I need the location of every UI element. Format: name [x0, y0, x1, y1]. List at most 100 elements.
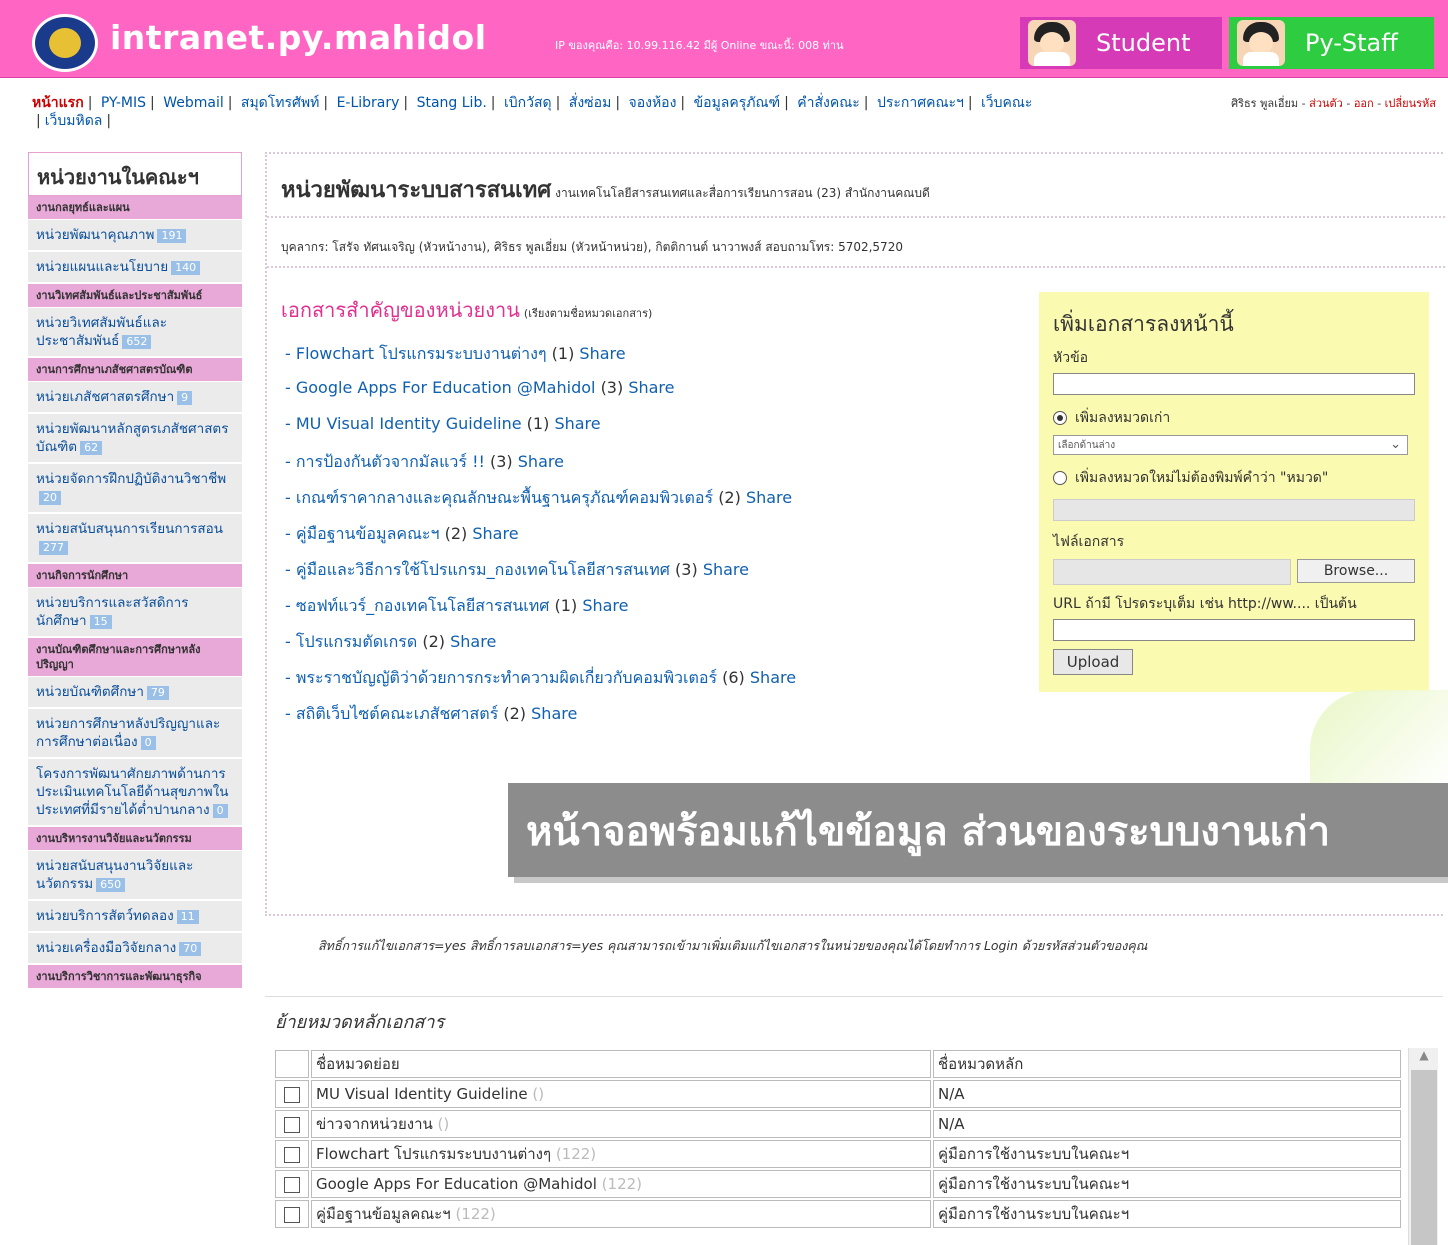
document-name[interactable]: - พระราชบัญญัติว่าด้วยการกระทำความผิดเกี… [285, 668, 717, 687]
share-link[interactable]: Share [554, 414, 600, 433]
row-checkbox[interactable] [284, 1146, 300, 1163]
sidebar-item[interactable]: หน่วยการศึกษาหลังปริญญาและการศึกษาต่อเนื… [28, 709, 242, 759]
radio-unselected-icon[interactable] [1053, 471, 1067, 485]
nav-stang-lib[interactable]: Stang Lib. [417, 95, 487, 111]
change-password-link[interactable]: เปลี่ยนรหัส [1385, 97, 1436, 110]
nav-announcements[interactable]: ประกาศคณะฯ [877, 95, 964, 111]
document-item[interactable]: - เกณฑ์ราคากลางและคุณลักษณะพื้นฐานครุภัณ… [285, 486, 1025, 522]
nav-faculty-web[interactable]: เว็บคณะ [981, 95, 1032, 111]
sidebar-item[interactable]: หน่วยแผนและนโยบาย 140 [28, 252, 242, 284]
document-item[interactable]: - ซอฟท์แวร์_กองเทคโนโลยีสารสนเทศ (1) Sha… [285, 594, 1025, 630]
document-name[interactable]: - สถิติเว็บไซต์คณะเภสัชศาสตร์ [285, 704, 498, 723]
university-logo[interactable] [32, 14, 98, 72]
divider [267, 266, 1445, 268]
py-staff-button[interactable]: Py-Staff [1229, 17, 1434, 69]
nav-home[interactable]: หน้าแรก [32, 95, 84, 111]
top-nav: หน้าแรก | PY-MIS | Webmail | สมุดโทรศัพท์ | … [32, 95, 1033, 129]
sidebar-item-label: หน่วยสนับสนุนการเรียนการสอน [36, 521, 223, 537]
document-name[interactable]: - MU Visual Identity Guideline [285, 414, 522, 433]
student-button[interactable]: Student [1020, 17, 1222, 69]
sidebar-item[interactable]: หน่วยจัดการฝึกปฏิบัติงานวิชาชีพ 20 [28, 464, 242, 514]
sidebar-item[interactable]: หน่วยสนับสนุนงานวิจัยและนวัตกรรม 650 [28, 851, 242, 901]
document-count: (2) [503, 704, 527, 723]
sidebar-item[interactable]: หน่วยเครื่องมือวิจัยกลาง 70 [28, 933, 242, 965]
document-name[interactable]: - Google Apps For Education @Mahidol [285, 378, 595, 397]
nav-equipment[interactable]: ข้อมูลครุภัณฑ์ [694, 95, 781, 111]
sidebar-item-label: หน่วยการศึกษาหลังปริญญาและการศึกษาต่อเนื… [36, 716, 221, 750]
scroll-thumb[interactable] [1411, 1070, 1437, 1245]
share-link[interactable]: Share [472, 524, 518, 543]
sidebar-item[interactable]: หน่วยพัฒนาหลักสูตรเภสัชศาสตรบัณฑิต 62 [28, 414, 242, 464]
site-title[interactable]: intranet.py.mahidol [110, 18, 487, 57]
share-link[interactable]: Share [746, 488, 792, 507]
document-name[interactable]: - เกณฑ์ราคากลางและคุณลักษณะพื้นฐานครุภัณ… [285, 488, 713, 507]
row-checkbox[interactable] [284, 1116, 300, 1133]
logout-link[interactable]: ออก [1354, 97, 1374, 110]
document-count: (3) [490, 452, 513, 471]
row-checkbox[interactable] [284, 1086, 300, 1103]
share-link[interactable]: Share [518, 452, 564, 471]
nav-phonebook[interactable]: สมุดโทรศัพท์ [241, 95, 319, 111]
row-checkbox[interactable] [284, 1176, 300, 1193]
sidebar-item-label: หน่วยเครื่องมือวิจัยกลาง [36, 940, 177, 956]
new-category-input[interactable] [1053, 499, 1415, 521]
unit-name: หน่วยพัฒนาระบบสารสนเทศ [281, 178, 552, 203]
share-link[interactable]: Share [450, 632, 496, 651]
document-name[interactable]: - การป้องกันตัวจากมัลแวร์ !! [285, 452, 485, 471]
document-item[interactable]: - การป้องกันตัวจากมัลแวร์ !! (3) Share [285, 450, 1025, 486]
document-item[interactable]: - โปรแกรมตัดเกรด (2) Share [285, 630, 1025, 666]
document-item[interactable]: - MU Visual Identity Guideline (1) Share [285, 414, 1025, 450]
share-link[interactable]: Share [628, 378, 674, 397]
sidebar-item[interactable]: หน่วยบริการสัตว์ทดลอง 11 [28, 901, 242, 933]
sidebar-item[interactable]: หน่วยวิเทศสัมพันธ์และประชาสัมพันธ์ 652 [28, 308, 242, 358]
nav-room-booking[interactable]: จองห้อง [629, 95, 677, 111]
nav-py-mis[interactable]: PY-MIS [101, 95, 146, 111]
row-checkbox[interactable] [284, 1206, 300, 1223]
sidebar-item[interactable]: โครงการพัฒนาศักยภาพด้านการประเมินเทคโนโล… [28, 759, 242, 827]
radio-new-category[interactable]: เพิ่มลงหมวดใหม่ไม่ต้องพิมพ์คำว่า "หมวด" [1053, 467, 1415, 489]
nav-mahidol-web[interactable]: เว็บมหิดล [45, 113, 103, 129]
document-name[interactable]: - โปรแกรมตัดเกรด [285, 632, 417, 651]
category-select[interactable]: เลือกด้านล่าง ⌄ [1053, 435, 1408, 455]
nav-orders[interactable]: คำสั่งคณะ [797, 95, 859, 111]
table-scrollbar[interactable]: ▲ [1408, 1048, 1438, 1245]
document-name[interactable]: - ซอฟท์แวร์_กองเทคโนโลยีสารสนเทศ [285, 596, 549, 615]
share-link[interactable]: Share [750, 668, 796, 687]
sidebar-item[interactable]: หน่วยบริการและสวัสดิการนักศึกษา 15 [28, 588, 242, 638]
sub-category-name: MU Visual Identity Guideline [316, 1085, 528, 1103]
header-checkbox-cell [275, 1050, 309, 1078]
nav-e-library[interactable]: E-Library [337, 95, 400, 111]
upload-button[interactable]: Upload [1053, 649, 1133, 675]
url-input[interactable] [1053, 619, 1415, 641]
document-item[interactable]: - Flowchart โปรแกรมระบบงานต่างๆ (1) Shar… [285, 342, 1025, 378]
nav-supplies[interactable]: เบิกวัสดุ [504, 95, 552, 111]
radio-selected-icon[interactable] [1053, 411, 1067, 425]
document-item[interactable]: - พระราชบัญญัติว่าด้วยการกระทำความผิดเกี… [285, 666, 1025, 702]
document-name[interactable]: - คู่มือฐานข้อมูลคณะฯ [285, 524, 440, 543]
document-item[interactable]: - คู่มือและวิธีการใช้โปรแกรม_กองเทคโนโลย… [285, 558, 1025, 594]
permissions-note: สิทธิ์การแก้ไขเอกสาร=yes สิทธิ์การลบเอกส… [318, 938, 1148, 953]
browse-button[interactable]: Browse... [1297, 559, 1415, 583]
share-link[interactable]: Share [531, 704, 577, 723]
share-link[interactable]: Share [579, 344, 625, 363]
document-item[interactable]: - Google Apps For Education @Mahidol (3)… [285, 378, 1025, 414]
radio-existing-category[interactable]: เพิ่มลงหมวดเก่า [1053, 407, 1415, 429]
profile-link[interactable]: ส่วนตัว [1309, 97, 1343, 110]
nav-repair[interactable]: สั่งซ่อม [569, 95, 612, 111]
nav-webmail[interactable]: Webmail [163, 95, 224, 111]
document-item[interactable]: - คู่มือฐานข้อมูลคณะฯ (2) Share [285, 522, 1025, 558]
decorative-leaf [1310, 690, 1448, 790]
sidebar-item[interactable]: หน่วยพัฒนาคุณภาพ 191 [28, 220, 242, 252]
sidebar-item[interactable]: หน่วยเภสัชศาสตรศึกษา 9 [28, 382, 242, 414]
document-name[interactable]: - คู่มือและวิธีการใช้โปรแกรม_กองเทคโนโลย… [285, 560, 670, 579]
document-name[interactable]: - Flowchart โปรแกรมระบบงานต่างๆ [285, 344, 547, 363]
scroll-up-icon[interactable]: ▲ [1409, 1048, 1439, 1068]
file-path-field[interactable] [1053, 559, 1291, 585]
document-item[interactable]: - สถิติเว็บไซต์คณะเภสัชศาสตร์ (2) Share [285, 702, 1025, 738]
sidebar-item[interactable]: หน่วยบัณฑิตศึกษา 79 [28, 677, 242, 709]
share-link[interactable]: Share [703, 560, 749, 579]
sidebar-item[interactable]: หน่วยสนับสนุนการเรียนการสอน 277 [28, 514, 242, 564]
sidebar-item-count-badge: 15 [89, 615, 112, 629]
share-link[interactable]: Share [582, 596, 628, 615]
subject-input[interactable] [1053, 373, 1415, 395]
